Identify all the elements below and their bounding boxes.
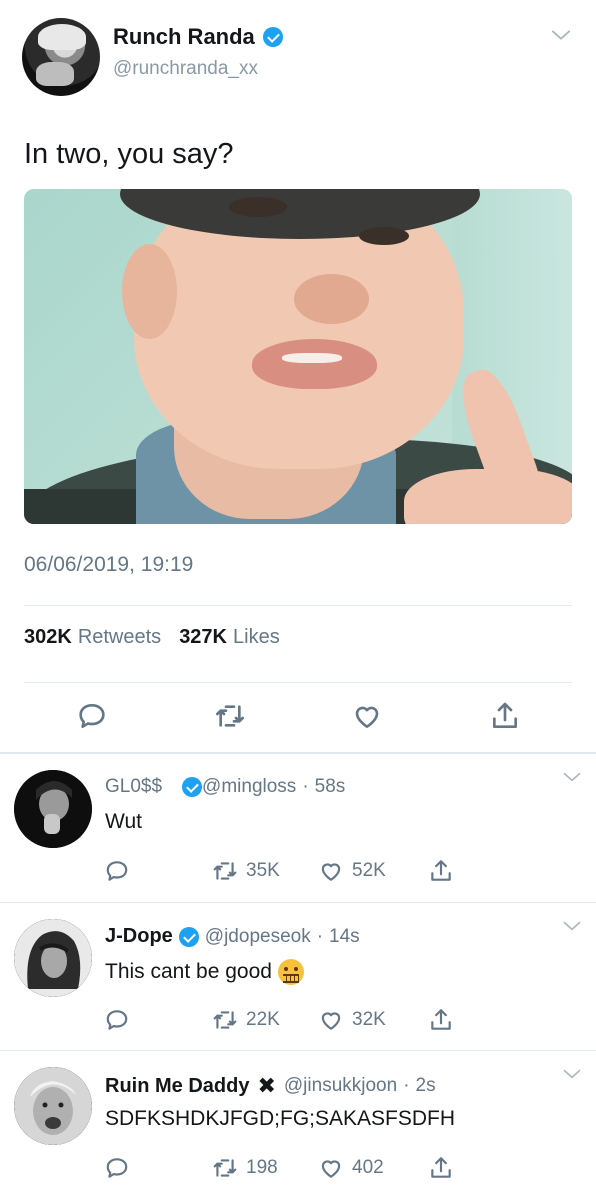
share-button[interactable] xyxy=(428,1155,454,1181)
retweet-button[interactable]: 22K xyxy=(212,1007,280,1033)
chevron-down-icon[interactable] xyxy=(550,24,572,46)
retweets-count[interactable]: 302K xyxy=(24,626,72,649)
reply-header: J-Dope @jdopeseok · 14s xyxy=(105,925,360,948)
reply-button[interactable] xyxy=(104,858,130,884)
share-button[interactable] xyxy=(428,858,454,884)
like-button[interactable]: 32K xyxy=(318,1007,386,1033)
chevron-down-icon[interactable] xyxy=(562,1067,582,1081)
tweet-stats: 302K Retweets 327K Likes xyxy=(24,626,292,649)
retweet-count: 22K xyxy=(246,1009,280,1030)
verified-badge-icon xyxy=(262,27,283,47)
reply-item[interactable]: Ruin Me Daddy ✖ @jinsukkjoon · 2s SDFKSH… xyxy=(0,1051,596,1200)
reply-item[interactable]: J-Dope @jdopeseok · 14s This cant be goo… xyxy=(0,903,596,1053)
reply-time[interactable]: 58s xyxy=(315,776,346,798)
author-name-row: Runch Randa xyxy=(113,24,283,50)
tweet-text: In two, you say? xyxy=(24,138,234,170)
reply-text-content: Wut xyxy=(105,810,142,833)
reply-time[interactable]: 2s xyxy=(416,1075,436,1097)
retweet-button[interactable]: 198 xyxy=(212,1155,278,1181)
retweet-icon[interactable] xyxy=(214,700,246,732)
reply-action-bar: 198 402 xyxy=(0,1155,596,1185)
like-count: 32K xyxy=(352,1009,386,1030)
like-count: 402 xyxy=(352,1157,384,1178)
like-icon xyxy=(321,1160,341,1178)
retweet-icon xyxy=(213,1159,237,1177)
author-handle[interactable]: @runchranda_xx xyxy=(113,58,258,80)
x-mark-icon: ✖ xyxy=(257,1073,276,1098)
reply-icon xyxy=(106,861,128,881)
reply-handle[interactable]: @jdopeseok xyxy=(205,926,311,948)
verified-badge-icon xyxy=(178,926,199,947)
like-icon[interactable] xyxy=(351,700,383,732)
divider xyxy=(24,605,572,606)
reply-action-bar: 22K 32K xyxy=(0,1007,596,1037)
reply-button[interactable] xyxy=(104,1155,130,1181)
reply-handle[interactable]: @jinsukkjoon xyxy=(284,1075,397,1097)
verified-badge-icon xyxy=(182,777,203,797)
reply-icon xyxy=(106,1010,128,1030)
reply-display-name[interactable]: Ruin Me Daddy xyxy=(105,1075,249,1098)
reply-header: Ruin Me Daddy ✖ @jinsukkjoon · 2s xyxy=(105,1073,436,1099)
reply-button[interactable] xyxy=(104,1007,130,1033)
like-icon xyxy=(321,1012,341,1030)
share-icon xyxy=(431,1157,451,1178)
reply-icon xyxy=(106,1158,128,1178)
share-icon xyxy=(431,860,451,881)
like-icon xyxy=(321,863,341,881)
reply-text: SDFKSHDKJFGD;FG;SAKASFSDFH xyxy=(105,1107,455,1131)
separator-dot: · xyxy=(316,925,324,947)
share-icon[interactable] xyxy=(489,700,521,732)
chevron-down-icon[interactable] xyxy=(562,919,582,933)
avatar[interactable] xyxy=(14,770,92,848)
likes-count[interactable]: 327K xyxy=(179,626,227,649)
reply-action-bar: 35K 52K xyxy=(0,858,596,888)
retweet-button[interactable]: 35K xyxy=(212,858,280,884)
share-icon xyxy=(431,1009,451,1030)
reply-item[interactable]: GL0$$ @mingloss · 58s Wut 35K 52K xyxy=(0,754,596,904)
tweet-photo[interactable] xyxy=(24,189,572,524)
like-button[interactable]: 52K xyxy=(318,858,386,884)
author-display-name[interactable]: Runch Randa xyxy=(113,24,255,50)
chevron-down-icon[interactable] xyxy=(562,770,582,784)
retweet-count: 198 xyxy=(246,1157,278,1178)
avatar[interactable] xyxy=(14,1067,92,1145)
like-button[interactable]: 402 xyxy=(318,1155,384,1181)
separator-dot: · xyxy=(403,1075,410,1096)
reply-display-name[interactable]: GL0$$ xyxy=(105,776,162,798)
retweets-label[interactable]: Retweets xyxy=(78,626,161,649)
divider xyxy=(24,682,572,683)
share-button[interactable] xyxy=(428,1007,454,1033)
retweet-icon xyxy=(213,862,237,880)
reply-icon[interactable] xyxy=(76,700,108,732)
reply-text: This cant be good xyxy=(105,959,304,985)
reply-handle[interactable]: @mingloss xyxy=(202,776,296,798)
main-tweet: Runch Randa @runchranda_xx In two, you s… xyxy=(0,0,596,752)
avatar[interactable] xyxy=(22,18,100,96)
tweet-timestamp[interactable]: 06/06/2019, 19:19 xyxy=(24,553,193,577)
separator-dot: · xyxy=(302,776,309,797)
reply-text-content: SDFKSHDKJFGD;FG;SAKASFSDFH xyxy=(105,1107,456,1130)
tweet-action-bar xyxy=(0,700,596,740)
reply-text: Wut xyxy=(105,810,142,834)
retweet-count: 35K xyxy=(246,860,280,881)
retweet-icon xyxy=(213,1011,237,1029)
like-count: 52K xyxy=(352,860,386,881)
reply-time[interactable]: 14s xyxy=(329,926,360,948)
likes-label[interactable]: Likes xyxy=(233,626,280,649)
reply-display-name[interactable]: J-Dope xyxy=(105,925,173,948)
zipper-mouth-emoji-icon xyxy=(277,959,304,985)
reply-header: GL0$$ @mingloss · 58s xyxy=(105,776,345,798)
avatar[interactable] xyxy=(14,919,92,997)
reply-text-content: This cant be good xyxy=(105,960,272,983)
